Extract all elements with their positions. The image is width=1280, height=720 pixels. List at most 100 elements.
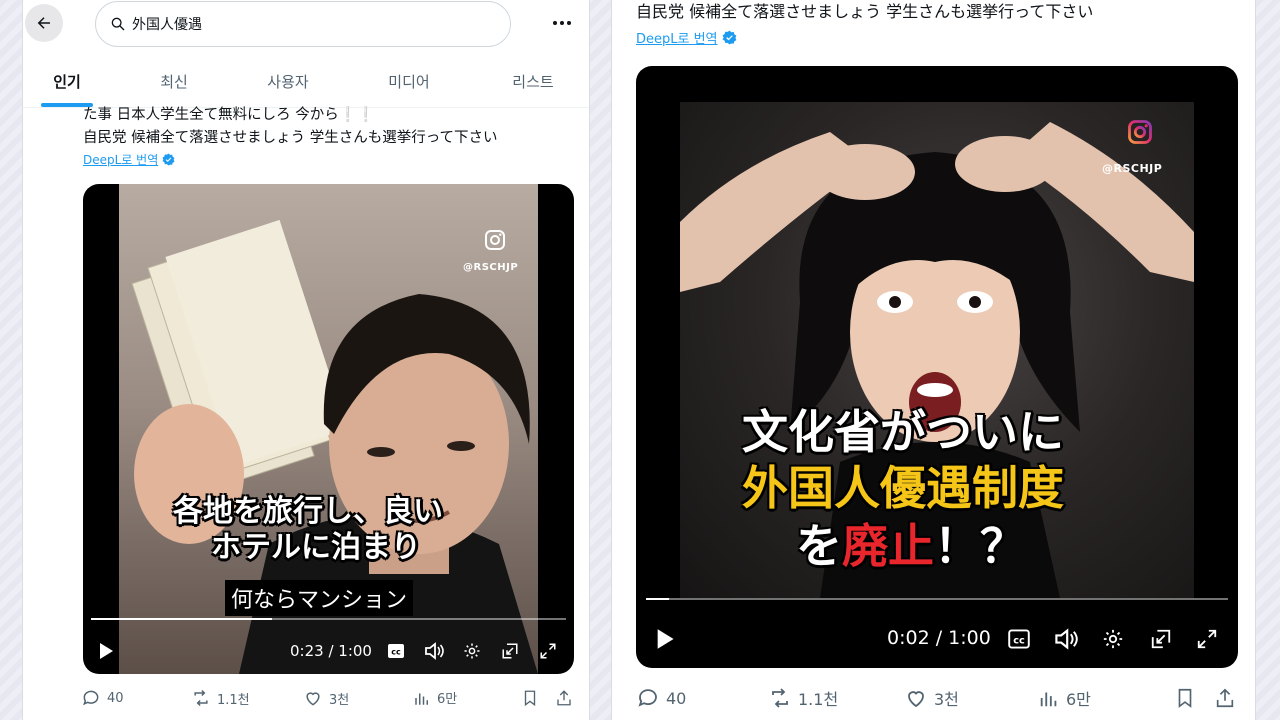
reply-bubble-icon bbox=[83, 690, 99, 706]
instagram-handle: @RSCHJP bbox=[463, 262, 519, 273]
bookmark-icon bbox=[524, 690, 536, 707]
video-player[interactable]: @RSCHJP 文化省がついに 外国人優遇制度 を廃止！？ 0:02 / 1:0… bbox=[636, 66, 1238, 668]
repost-button[interactable]: 1.1천 bbox=[768, 686, 838, 710]
instagram-icon bbox=[485, 230, 505, 250]
heart-icon bbox=[908, 691, 924, 708]
tab-lists[interactable]: 리스트 bbox=[503, 56, 563, 106]
tweet-text-line: 自民党 候補全て落選させましょう 学生さんも選挙行って下さい bbox=[636, 2, 1094, 21]
expand-icon bbox=[1197, 629, 1217, 649]
search-icon bbox=[111, 17, 125, 31]
fullscreen-button[interactable] bbox=[537, 640, 559, 662]
video-headline-line: を廃止！？ bbox=[796, 510, 1026, 576]
play-icon bbox=[100, 643, 113, 659]
play-button[interactable] bbox=[95, 638, 117, 664]
video-time: 0:23 / 1:00 bbox=[290, 642, 372, 660]
volume-button[interactable] bbox=[1052, 627, 1080, 651]
share-icon bbox=[557, 690, 571, 706]
arrow-left-icon bbox=[37, 17, 50, 29]
headline-word-red: 廃止 bbox=[842, 519, 934, 573]
tweet-text-line: た事 日本人学生全て無料にしろ 今から❕❕ bbox=[83, 107, 375, 123]
bar-chart-icon bbox=[1040, 692, 1057, 707]
volume-button[interactable] bbox=[422, 640, 446, 662]
heart-icon bbox=[306, 692, 320, 706]
dock-icon bbox=[502, 643, 518, 659]
play-icon bbox=[657, 629, 674, 649]
back-button[interactable] bbox=[25, 4, 63, 42]
gear-icon bbox=[1103, 629, 1123, 649]
picture-in-picture-button[interactable] bbox=[499, 640, 521, 662]
dock-icon bbox=[1151, 629, 1171, 649]
tweet-text-line: 自民党 候補全て落選させましょう 学生さんも選挙行って下さい bbox=[83, 130, 498, 146]
translate-link[interactable]: DeepL로 번역 bbox=[636, 28, 737, 47]
view-count: 6만 bbox=[437, 692, 458, 707]
settings-button[interactable] bbox=[461, 640, 483, 662]
right-browser-panel: 自民党 候補全て落選させましょう 学生さんも選挙行って下さい DeepL로 번역 bbox=[611, 0, 1256, 720]
view-count: 6만 bbox=[1066, 690, 1091, 709]
translate-link[interactable]: DeepL로 번역 bbox=[83, 151, 175, 168]
share-icon bbox=[1216, 688, 1234, 708]
tab-media[interactable]: 미디어 bbox=[383, 56, 435, 106]
video-time: 0:02 / 1:00 bbox=[887, 627, 991, 649]
cc-icon: cc bbox=[1008, 629, 1030, 649]
translate-label: DeepL로 번역 bbox=[636, 32, 718, 47]
play-button[interactable] bbox=[652, 624, 678, 654]
repost-count: 1.1천 bbox=[798, 690, 839, 709]
gear-icon bbox=[464, 643, 480, 659]
repost-icon bbox=[772, 688, 788, 708]
repost-count: 1.1천 bbox=[217, 692, 250, 708]
like-button[interactable]: 3천 bbox=[904, 686, 959, 710]
left-browser-panel: 外国人優遇 인기 최신 사용자 미디어 리스트 た事 日本人学生全て無料にしろ … bbox=[22, 0, 590, 720]
repost-icon bbox=[194, 689, 208, 707]
headline-punctuation: ！？ bbox=[934, 519, 1026, 573]
video-progress-track[interactable] bbox=[646, 598, 1228, 600]
expand-icon bbox=[540, 643, 556, 659]
tab-people[interactable]: 사용자 bbox=[259, 56, 317, 106]
captions-button[interactable]: cc bbox=[385, 640, 407, 662]
video-caption-line: ホテルに泊まり bbox=[211, 530, 421, 565]
tab-latest[interactable]: 최신 bbox=[151, 56, 197, 106]
verified-badge-icon bbox=[722, 30, 736, 45]
reply-count: 40 bbox=[107, 690, 124, 706]
bookmark-icon bbox=[1178, 688, 1192, 708]
views-button[interactable]: 6만 bbox=[413, 688, 457, 707]
reply-button[interactable]: 40 bbox=[81, 688, 124, 708]
volume-icon bbox=[425, 642, 444, 660]
bookmark-button[interactable] bbox=[521, 688, 539, 708]
captions-button[interactable]: cc bbox=[1006, 627, 1032, 651]
video-progress-fill bbox=[646, 598, 670, 600]
fullscreen-button[interactable] bbox=[1194, 627, 1220, 651]
search-input[interactable]: 外国人優遇 bbox=[95, 1, 511, 47]
headline-word: を bbox=[796, 519, 842, 573]
instagram-handle: @RSCHJP bbox=[1102, 162, 1163, 175]
like-count: 3천 bbox=[329, 692, 350, 708]
reply-count: 40 bbox=[666, 688, 687, 708]
reply-button[interactable]: 40 bbox=[636, 686, 686, 710]
video-progress-fill bbox=[91, 618, 272, 620]
like-count: 3천 bbox=[934, 690, 959, 709]
video-subtitle: 何ならマンション bbox=[225, 580, 414, 616]
cc-icon: cc bbox=[388, 644, 404, 658]
like-button[interactable]: 3천 bbox=[303, 688, 349, 708]
repost-button[interactable]: 1.1천 bbox=[191, 688, 250, 708]
more-dots-icon bbox=[553, 21, 571, 25]
tab-top[interactable]: 인기 bbox=[41, 56, 93, 106]
picture-in-picture-button[interactable] bbox=[1148, 627, 1174, 651]
video-headline-line: 外国人優遇制度 bbox=[742, 461, 1064, 515]
search-value: 外国人優遇 bbox=[132, 17, 202, 33]
reply-bubble-icon bbox=[638, 689, 657, 707]
bar-chart-icon bbox=[415, 693, 428, 705]
svg-text:cc: cc bbox=[391, 648, 401, 657]
share-button[interactable] bbox=[1214, 686, 1236, 710]
views-button[interactable]: 6만 bbox=[1038, 686, 1091, 710]
video-player[interactable]: @RSCHJP 各地を旅行し、良い ホテルに泊まり 何ならマンション 0:23 … bbox=[83, 184, 574, 674]
share-button[interactable] bbox=[555, 688, 573, 708]
volume-icon bbox=[1055, 628, 1078, 650]
bookmark-button[interactable] bbox=[1174, 686, 1196, 710]
more-options-button[interactable] bbox=[543, 4, 581, 42]
settings-button[interactable] bbox=[1100, 627, 1126, 651]
svg-text:cc: cc bbox=[1013, 635, 1025, 646]
search-tabs: 인기 최신 사용자 미디어 리스트 bbox=[23, 56, 589, 108]
instagram-icon bbox=[1128, 120, 1152, 144]
translate-label: DeepL로 번역 bbox=[83, 153, 159, 167]
verified-badge-icon bbox=[162, 153, 175, 166]
